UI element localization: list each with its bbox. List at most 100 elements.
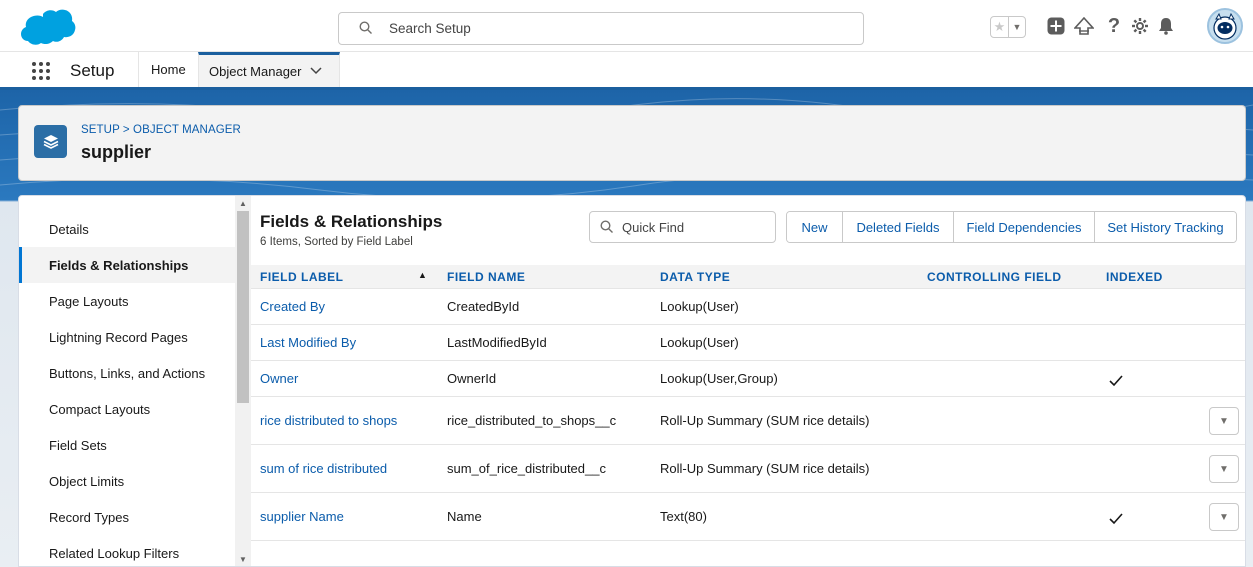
col-data-type[interactable]: DATA TYPE: [660, 270, 730, 284]
field-label-link[interactable]: Created By: [260, 299, 325, 314]
salesforce-logo-icon[interactable]: [18, 8, 78, 48]
sidebar-item-compact-layouts[interactable]: Compact Layouts: [19, 391, 237, 427]
object-layers-icon: [34, 125, 67, 158]
sidebar-item-label: Compact Layouts: [49, 401, 151, 417]
sidebar-item-object-limits[interactable]: Object Limits: [19, 463, 237, 499]
row-actions-dropdown[interactable]: ▼: [1209, 455, 1239, 483]
sidebar-item-details[interactable]: Details: [19, 211, 237, 247]
table-row: sum of rice distributed sum_of_rice_distr…: [251, 445, 1245, 493]
col-field-name[interactable]: FIELD NAME: [447, 270, 525, 284]
field-dependencies-button[interactable]: Field Dependencies: [954, 212, 1095, 242]
table-row: supplier Name Name Text(80) ▼: [251, 493, 1245, 541]
object-page-header: SETUP > OBJECT MANAGER supplier: [18, 105, 1246, 181]
avatar-astro-icon: [1213, 12, 1237, 40]
search-icon: [600, 220, 613, 233]
sidebar-item-label: Field Sets: [49, 437, 107, 453]
field-name-cell: OwnerId: [447, 371, 497, 386]
table-row: Owner OwnerId Lookup(User,Group): [251, 361, 1245, 397]
field-name-cell: CreatedById: [447, 299, 520, 314]
chevron-down-icon: ▼: [1219, 463, 1229, 475]
sidebar-item-label: Object Limits: [49, 473, 125, 489]
field-name-cell: LastModifiedById: [447, 335, 547, 350]
notifications-bell-icon[interactable]: [1156, 16, 1176, 36]
sidebar-item-lightning-record-pages[interactable]: Lightning Record Pages: [19, 319, 237, 355]
app-name: Setup: [70, 61, 115, 80]
field-name-cell: rice_distributed_to_shops__c: [447, 413, 617, 428]
field-name-cell: Name: [447, 509, 482, 524]
field-label-link[interactable]: sum of rice distributed: [260, 461, 387, 476]
sidebar-item-label: Page Layouts: [49, 293, 129, 309]
new-button[interactable]: New: [787, 212, 843, 242]
deleted-fields-button[interactable]: Deleted Fields: [843, 212, 954, 242]
scroll-up-icon[interactable]: ▲: [235, 198, 251, 210]
table-header: FIELD LABEL ▲ FIELD NAME DATA TYPE CONTR…: [251, 265, 1245, 289]
sidebar-item-buttons-links-actions[interactable]: Buttons, Links, and Actions: [19, 355, 237, 391]
sidebar-item-record-types[interactable]: Record Types: [19, 499, 237, 535]
indexed-check-icon: [1109, 513, 1123, 525]
app-launcher-icon[interactable]: [32, 62, 50, 80]
data-type-cell: Roll-Up Summary (SUM rice details): [660, 461, 870, 476]
tab-object-manager-label: Object Manager: [209, 63, 302, 79]
user-avatar[interactable]: [1207, 8, 1243, 44]
tab-object-manager[interactable]: Object Manager: [198, 52, 340, 87]
table-row: Last Modified By LastModifiedById Lookup(U…: [251, 325, 1245, 361]
col-indexed[interactable]: INDEXED: [1106, 270, 1163, 284]
sidebar-scrollbar[interactable]: ▲ ▼: [235, 196, 251, 566]
field-label-link[interactable]: supplier Name: [260, 509, 344, 524]
sidebar-item-label: Details: [49, 221, 89, 237]
row-actions-dropdown[interactable]: ▼: [1209, 503, 1239, 531]
table-row: Created By CreatedById Lookup(User): [251, 289, 1245, 325]
col-field-label[interactable]: FIELD LABEL: [260, 270, 344, 284]
breadcrumb[interactable]: SETUP > OBJECT MANAGER: [81, 124, 241, 136]
indexed-check-icon: [1109, 375, 1123, 387]
data-type-cell: Roll-Up Summary (SUM rice details): [660, 413, 870, 428]
section-subtitle: 6 Items, Sorted by Field Label: [260, 236, 413, 248]
data-type-cell: Lookup(User): [660, 335, 739, 350]
sidebar-item-label: Related Lookup Filters: [49, 545, 180, 561]
sidebar-item-label: Buttons, Links, and Actions: [49, 365, 206, 381]
trailhead-icon[interactable]: [1074, 16, 1094, 36]
field-label-link[interactable]: Owner: [260, 371, 298, 386]
sidebar-item-fields-relationships[interactable]: Fields & Relationships: [19, 247, 237, 283]
favorites-dropdown-icon[interactable]: ▼: [1009, 17, 1025, 37]
quick-find-input[interactable]: Quick Find: [589, 211, 776, 243]
global-header: Search Setup ★ ▼ ?: [0, 0, 1253, 52]
object-sidebar-nav: Details Fields & Relationships Page Layo…: [19, 196, 237, 566]
sidebar-item-page-layouts[interactable]: Page Layouts: [19, 283, 237, 319]
setup-search-input[interactable]: Search Setup: [338, 12, 864, 45]
field-label-link[interactable]: rice distributed to shops: [260, 413, 397, 428]
sidebar-item-label: Lightning Record Pages: [49, 329, 188, 345]
chevron-down-icon[interactable]: [309, 67, 322, 75]
scroll-down-icon[interactable]: ▼: [235, 554, 251, 566]
scrollbar-thumb[interactable]: [237, 211, 249, 403]
sidebar-item-field-sets[interactable]: Field Sets: [19, 427, 237, 463]
chevron-down-icon: ▼: [1219, 511, 1229, 523]
sidebar-item-label: Record Types: [49, 509, 129, 525]
star-icon[interactable]: ★: [991, 17, 1009, 37]
row-actions-dropdown[interactable]: ▼: [1209, 407, 1239, 435]
help-icon[interactable]: ?: [1104, 15, 1124, 37]
tab-home-label: Home: [151, 62, 186, 77]
global-actions-plus-icon[interactable]: [1046, 16, 1066, 36]
data-type-cell: Lookup(User,Group): [660, 371, 778, 386]
field-name-cell: sum_of_rice_distributed__c: [447, 461, 606, 476]
tab-home[interactable]: Home: [138, 52, 198, 87]
col-controlling-field[interactable]: CONTROLLING FIELD: [927, 270, 1062, 284]
table-row: rice distributed to shops rice_distribute…: [251, 397, 1245, 445]
quick-find-placeholder: Quick Find: [622, 220, 685, 235]
chevron-down-icon: ▼: [1219, 415, 1229, 427]
page-title: supplier: [81, 142, 152, 162]
gear-icon[interactable]: [1130, 16, 1150, 36]
sort-ascending-icon[interactable]: ▲: [418, 270, 427, 280]
sidebar-item-related-lookup-filters[interactable]: Related Lookup Filters: [19, 535, 237, 566]
favorites-group: ★ ▼: [990, 16, 1026, 38]
search-icon: [359, 21, 372, 34]
set-history-tracking-button[interactable]: Set History Tracking: [1095, 212, 1236, 242]
data-type-cell: Lookup(User): [660, 299, 739, 314]
fields-relationships-panel: Fields & Relationships 6 Items, Sorted b…: [251, 196, 1245, 566]
search-placeholder: Search Setup: [389, 21, 471, 36]
object-detail-card: Details Fields & Relationships Page Layo…: [18, 195, 1246, 567]
sidebar-item-label: Fields & Relationships: [49, 257, 189, 273]
app-context-bar: Setup Home Object Manager: [0, 52, 1253, 90]
field-label-link[interactable]: Last Modified By: [260, 335, 356, 350]
